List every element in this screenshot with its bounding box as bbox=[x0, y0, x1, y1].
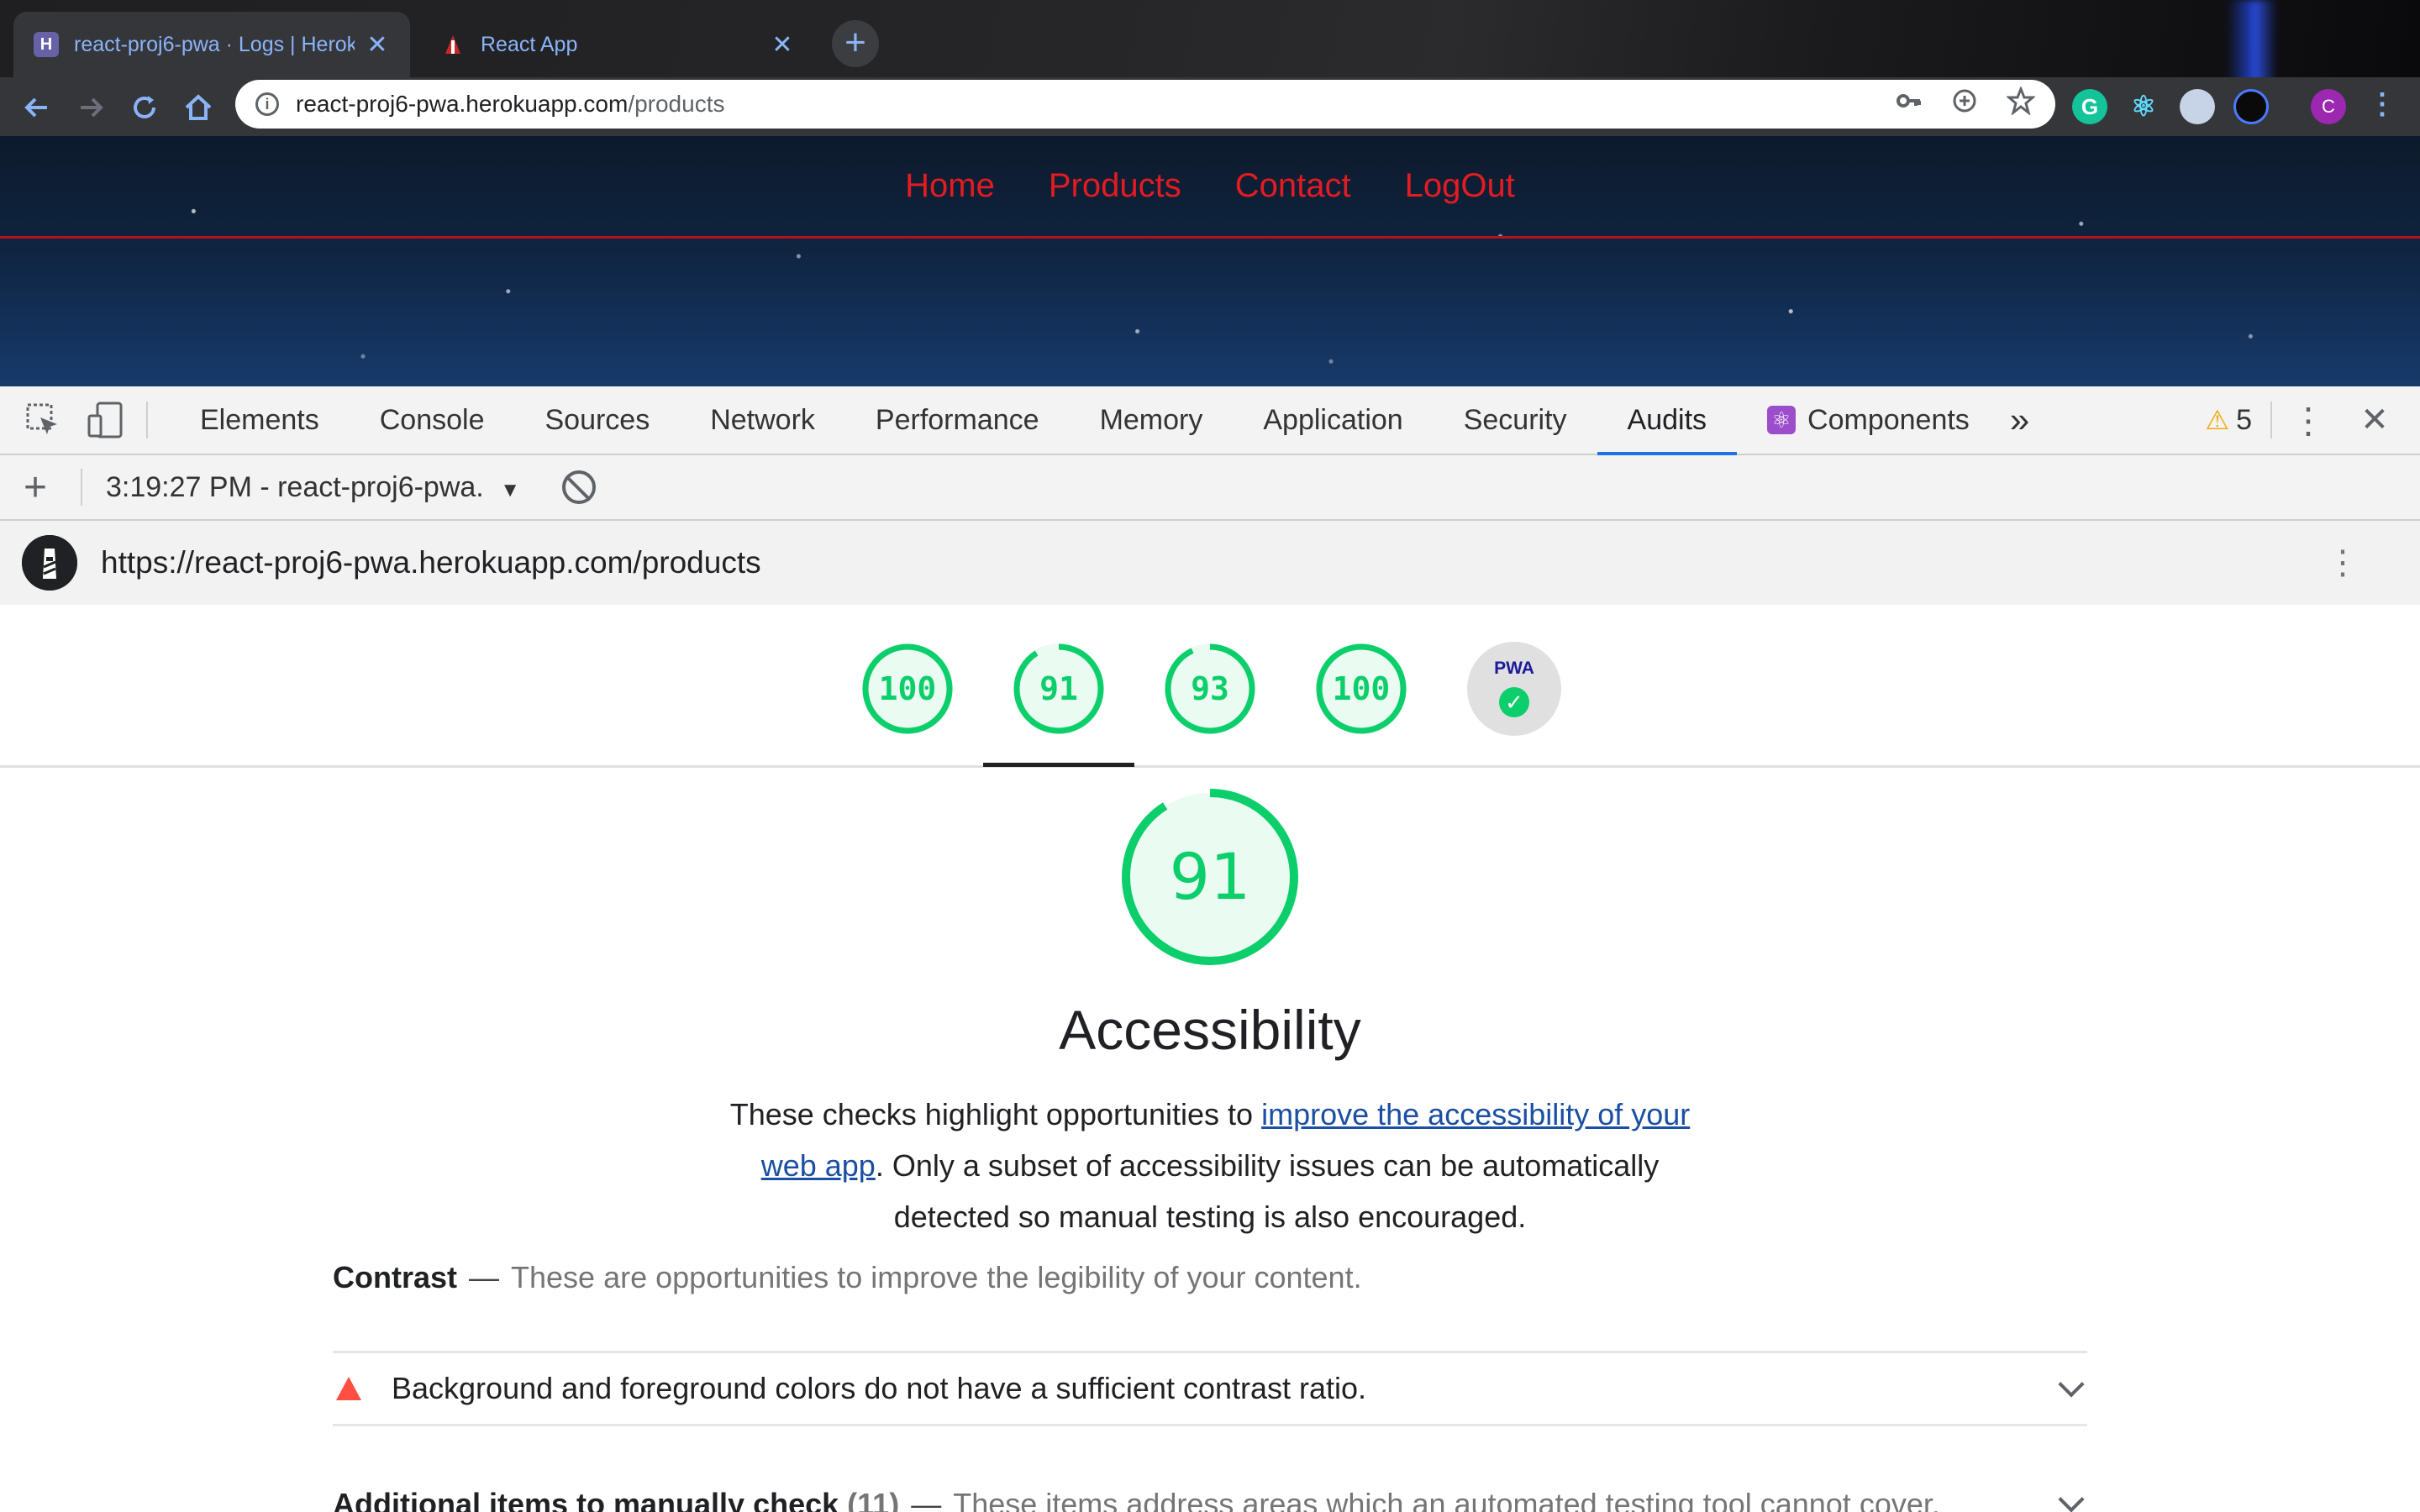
chevron-down-icon: ▼ bbox=[500, 478, 520, 501]
tab-memory[interactable]: Memory bbox=[1070, 386, 1234, 454]
close-tab-icon[interactable]: ✕ bbox=[770, 30, 795, 60]
devtools-tab-bar: Elements Console Sources Network Perform… bbox=[0, 386, 2420, 456]
audited-url: https://react-proj6-pwa.herokuapp.com/pr… bbox=[101, 545, 761, 580]
new-audit-icon[interactable]: + bbox=[24, 465, 57, 511]
audit-groups: Contrast — These are opportunities to impr… bbox=[333, 1260, 2087, 1512]
pwa-label: PWA bbox=[1494, 659, 1534, 678]
site-nav-products[interactable]: Products bbox=[1049, 167, 1181, 205]
group-description: These items address areas which an autom… bbox=[953, 1487, 1940, 1512]
gauge-score: 100 bbox=[1332, 670, 1391, 707]
bookmark-star-icon[interactable] bbox=[2006, 85, 2036, 122]
tab-performance[interactable]: Performance bbox=[845, 386, 1070, 454]
profile-avatar[interactable]: C bbox=[2311, 89, 2346, 124]
chevron-down-icon bbox=[2058, 1486, 2085, 1512]
gauge-pwa[interactable]: PWA ✓ bbox=[1467, 642, 1561, 736]
report-select[interactable]: 3:19:27 PM - react-proj6-pwa. ▼ bbox=[106, 471, 520, 504]
reload-icon[interactable] bbox=[128, 91, 161, 124]
group-count: (11) bbox=[847, 1487, 900, 1512]
extension-circle-icon[interactable] bbox=[2180, 89, 2215, 124]
back-arrow-icon[interactable] bbox=[20, 91, 54, 124]
score-gauges: 100 91 93 100 PWA ✓ bbox=[0, 605, 2420, 768]
warnings-count: 5 bbox=[2236, 403, 2252, 436]
category-title: Accessibility bbox=[1059, 999, 1361, 1061]
fail-triangle-icon bbox=[336, 1377, 361, 1400]
category-score-gauge: 91 bbox=[1118, 785, 1302, 969]
toolbar-divider bbox=[2270, 402, 2272, 438]
audit-title: Background and foreground colors do not … bbox=[392, 1371, 1367, 1405]
tab-console[interactable]: Console bbox=[350, 386, 515, 454]
gauge-accessibility[interactable]: 91 bbox=[1012, 642, 1106, 736]
tab-application[interactable]: Application bbox=[1233, 386, 1433, 454]
site-nav-home[interactable]: Home bbox=[905, 167, 995, 205]
report-menu-icon[interactable]: ⋮ bbox=[2326, 546, 2360, 580]
gauge-score: 91 bbox=[1039, 670, 1078, 707]
zoom-plus-icon[interactable] bbox=[1951, 87, 1978, 121]
browser-tab-heroku[interactable]: H react-proj6-pwa · Logs | Heroku ✕ bbox=[13, 12, 410, 77]
selected-gauge-indicator bbox=[983, 763, 1134, 767]
group-manual-header[interactable]: Additional items to manually check (11) —… bbox=[333, 1486, 2087, 1512]
eye-extension-icon[interactable] bbox=[2233, 89, 2269, 124]
group-description: These are opportunities to improve the l… bbox=[511, 1260, 1362, 1294]
gauge-score: 100 bbox=[878, 670, 937, 707]
group-title: Contrast bbox=[333, 1260, 458, 1294]
more-tabs-icon[interactable]: » bbox=[2000, 386, 2039, 454]
react-components-icon: ⚛ bbox=[1767, 406, 1797, 434]
gauge-performance[interactable]: 100 bbox=[860, 642, 955, 736]
site-nav-logout[interactable]: LogOut bbox=[1405, 167, 1515, 205]
gauge-score: 93 bbox=[1191, 670, 1229, 707]
heroku-favicon-icon: H bbox=[34, 32, 59, 57]
gauge-best-practices[interactable]: 93 bbox=[1163, 642, 1257, 736]
home-icon[interactable] bbox=[182, 91, 215, 124]
inspect-element-icon[interactable] bbox=[24, 401, 62, 439]
audit-color-contrast[interactable]: Background and foreground colors do not … bbox=[333, 1351, 2087, 1426]
chevron-down-icon bbox=[2058, 1371, 2085, 1398]
react-app-favicon-icon bbox=[440, 32, 466, 57]
category-description: These checks highlight opportunities to … bbox=[729, 1097, 1691, 1234]
tab-components[interactable]: ⚛ Components bbox=[1737, 386, 2000, 454]
lighthouse-logo-icon bbox=[22, 535, 77, 591]
address-bar[interactable]: i react-proj6-pwa.herokuapp.com/products bbox=[235, 80, 2055, 129]
key-icon[interactable] bbox=[1896, 87, 1923, 121]
browser-menu-icon[interactable]: ⋮ bbox=[2365, 89, 2400, 124]
tab-elements[interactable]: Elements bbox=[170, 386, 350, 454]
close-devtools-icon[interactable]: ✕ bbox=[2349, 401, 2400, 439]
gauge-seo[interactable]: 100 bbox=[1314, 642, 1408, 736]
website-viewport: Home Products Contact LogOut bbox=[0, 136, 2420, 386]
category-score: 91 bbox=[1169, 839, 1251, 914]
audits-toolbar: + 3:19:27 PM - react-proj6-pwa. ▼ bbox=[0, 455, 2420, 521]
device-toolbar-icon[interactable] bbox=[86, 401, 124, 439]
react-devtools-extension-icon[interactable]: ⚛ bbox=[2126, 89, 2161, 124]
warnings-badge[interactable]: ⚠ 5 bbox=[2205, 404, 2252, 437]
tab-audits[interactable]: Audits bbox=[1597, 386, 1738, 456]
toolbar-divider bbox=[81, 469, 82, 506]
warning-icon: ⚠ bbox=[2205, 405, 2230, 435]
devtools-menu-icon[interactable]: ⋮ bbox=[2291, 400, 2326, 441]
tab-network[interactable]: Network bbox=[680, 386, 845, 454]
browser-tab-title: react-proj6-pwa · Logs | Heroku bbox=[74, 32, 355, 56]
group-title: Additional items to manually check bbox=[333, 1487, 839, 1512]
tab-sources[interactable]: Sources bbox=[514, 386, 680, 454]
browser-tab-react-app[interactable]: React App ✕ bbox=[420, 12, 815, 77]
grammarly-extension-icon[interactable]: G bbox=[2072, 89, 2107, 124]
site-info-icon[interactable]: i bbox=[255, 92, 279, 116]
forward-arrow-icon[interactable] bbox=[74, 91, 108, 124]
tab-components-label: Components bbox=[1807, 404, 1970, 436]
address-bar-url[interactable]: react-proj6-pwa.herokuapp.com/products bbox=[296, 91, 1867, 118]
tab-security[interactable]: Security bbox=[1434, 386, 1597, 454]
clear-reports-icon[interactable] bbox=[561, 470, 596, 504]
close-tab-icon[interactable]: ✕ bbox=[365, 30, 390, 60]
site-nav-contact[interactable]: Contact bbox=[1235, 167, 1351, 205]
site-navigation: Home Products Contact LogOut bbox=[0, 136, 2420, 239]
report-select-label: 3:19:27 PM - react-proj6-pwa. bbox=[106, 470, 484, 503]
pwa-check-icon: ✓ bbox=[1499, 687, 1529, 717]
browser-toolbar: i react-proj6-pwa.herokuapp.com/products… bbox=[0, 77, 2420, 136]
new-tab-button[interactable]: + bbox=[832, 20, 879, 67]
lighthouse-url-bar: https://react-proj6-pwa.herokuapp.com/pr… bbox=[0, 521, 2420, 605]
group-contrast-header: Contrast — These are opportunities to impr… bbox=[333, 1260, 1362, 1294]
toolbar-divider bbox=[146, 402, 148, 438]
browser-tab-strip: H react-proj6-pwa · Logs | Heroku ✕ Reac… bbox=[0, 0, 2420, 134]
browser-tab-title: React App bbox=[481, 32, 578, 56]
